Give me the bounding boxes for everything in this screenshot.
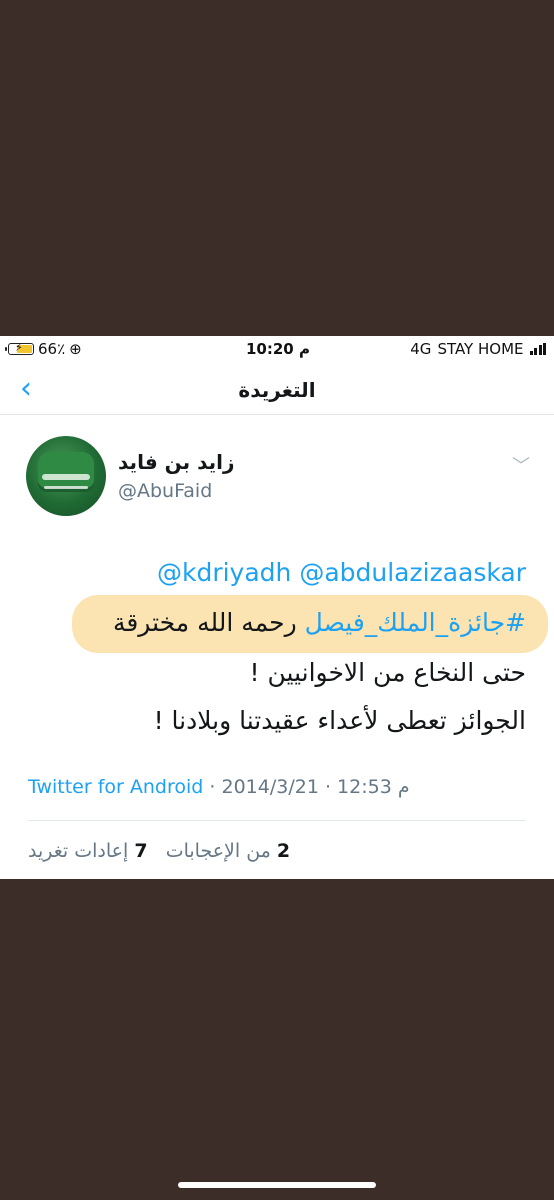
likes-count[interactable]: 2 — [277, 840, 290, 862]
divider — [28, 820, 526, 821]
carrier-name: STAY HOME — [437, 340, 524, 358]
author-handle[interactable]: @AbuFaid — [118, 480, 212, 502]
tweet-line-2: حتى النخاع من الاخوانيين ! — [249, 658, 526, 687]
battery-percent: 66٪ — [38, 340, 66, 358]
carrier-info: 4G STAY HOME — [410, 340, 546, 358]
tweet-time: 12:53 م — [337, 776, 410, 798]
home-indicator[interactable] — [178, 1182, 376, 1188]
tweet-line-1: #جائزة_الملك_فيصل رحمه الله مخترقة — [0, 608, 526, 637]
battery-indicator: ⚡ 66٪ ⊕ — [5, 340, 82, 358]
retweets-label[interactable]: إعادات تغريد — [28, 840, 128, 862]
likes-label[interactable]: من الإعجابات — [166, 840, 271, 862]
author-name[interactable]: زايد بن فايد — [118, 450, 235, 474]
page-title: التغريدة — [238, 378, 316, 402]
tweet-meta: Twitter for Android · 2014/3/21 · 12:53 … — [28, 776, 410, 798]
tweet-date: 2014/3/21 — [221, 776, 319, 798]
chevron-down-icon[interactable]: ﹀ — [512, 452, 530, 478]
battery-icon: ⚡ — [5, 341, 34, 355]
signal-icon — [529, 343, 546, 355]
avatar[interactable] — [26, 436, 106, 516]
tweet-source[interactable]: Twitter for Android — [28, 776, 203, 798]
network-type: 4G — [410, 340, 432, 358]
tweet-line-3: الجوائز تعطى لأعداء عقيدتنا وبلادنا ! — [153, 706, 526, 735]
status-time: 10:20 م — [246, 340, 310, 358]
tweet-screen: ⚡ 66٪ ⊕ 10:20 م 4G STAY HOME ‹ التغريدة … — [0, 336, 554, 879]
tweet-mentions[interactable]: @kdriyadh @abdulazizaaskar — [0, 558, 526, 587]
hashtag-link[interactable]: #جائزة_الملك_فيصل — [305, 608, 526, 637]
nav-bar: ‹ التغريدة — [0, 366, 554, 415]
retweets-count[interactable]: 7 — [134, 840, 147, 862]
tweet-line-1-text: رحمه الله مخترقة — [112, 608, 297, 637]
status-bar: ⚡ 66٪ ⊕ 10:20 م 4G STAY HOME — [0, 336, 554, 364]
orientation-lock-icon: ⊕ — [69, 340, 82, 358]
tweet-stats: 2 من الإعجابات 7 إعادات تغريد — [28, 840, 290, 862]
